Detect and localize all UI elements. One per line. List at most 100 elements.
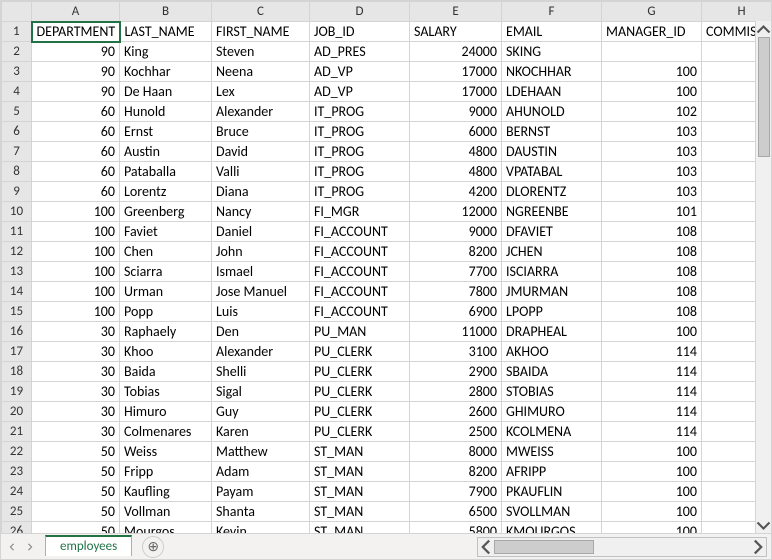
- cell[interactable]: 2900: [410, 362, 502, 382]
- cell[interactable]: SVOLLMAN: [502, 502, 602, 522]
- cell[interactable]: BERNST: [502, 122, 602, 142]
- cell[interactable]: 108: [602, 222, 702, 242]
- cell[interactable]: FI_MGR: [310, 202, 410, 222]
- cell[interactable]: 100: [32, 202, 120, 222]
- cell[interactable]: ST_MAN: [310, 482, 410, 502]
- cell[interactable]: Baida: [120, 362, 212, 382]
- cell[interactable]: 50: [32, 522, 120, 534]
- cell[interactable]: 108: [602, 262, 702, 282]
- col-header-B[interactable]: B: [120, 2, 212, 22]
- cell[interactable]: 50: [32, 502, 120, 522]
- cell[interactable]: David: [212, 142, 310, 162]
- cell[interactable]: IT_PROG: [310, 162, 410, 182]
- cell[interactable]: IT_PROG: [310, 102, 410, 122]
- cell[interactable]: SBAIDA: [502, 362, 602, 382]
- row-header[interactable]: 1: [2, 22, 32, 42]
- col-header-G[interactable]: G: [602, 2, 702, 22]
- cell[interactable]: LPOPP: [502, 302, 602, 322]
- vertical-scrollbar[interactable]: [755, 21, 771, 533]
- cell[interactable]: 4200: [410, 182, 502, 202]
- cell[interactable]: FI_ACCOUNT: [310, 242, 410, 262]
- select-all-corner[interactable]: [2, 2, 32, 22]
- cell[interactable]: 100: [602, 442, 702, 462]
- cell[interactable]: Himuro: [120, 402, 212, 422]
- cell[interactable]: 90: [32, 62, 120, 82]
- tab-scroll-left-icon[interactable]: [3, 537, 21, 557]
- cell[interactable]: 7800: [410, 282, 502, 302]
- cell[interactable]: PU_CLERK: [310, 382, 410, 402]
- cell[interactable]: 24000: [410, 42, 502, 62]
- cell[interactable]: LDEHAAN: [502, 82, 602, 102]
- cell[interactable]: Fripp: [120, 462, 212, 482]
- cell[interactable]: ST_MAN: [310, 522, 410, 534]
- cell[interactable]: VPATABAL: [502, 162, 602, 182]
- cell[interactable]: AKHOO: [502, 342, 602, 362]
- row-header[interactable]: 24: [2, 482, 32, 502]
- col-header-D[interactable]: D: [310, 2, 410, 22]
- row-header[interactable]: 22: [2, 442, 32, 462]
- cell[interactable]: Lorentz: [120, 182, 212, 202]
- cell[interactable]: Colmenares: [120, 422, 212, 442]
- hscroll-track[interactable]: [494, 538, 750, 556]
- row-header[interactable]: 8: [2, 162, 32, 182]
- cell[interactable]: 108: [602, 282, 702, 302]
- cell[interactable]: 100: [32, 262, 120, 282]
- cell[interactable]: 103: [602, 182, 702, 202]
- cell[interactable]: FI_ACCOUNT: [310, 302, 410, 322]
- cell[interactable]: Bruce: [212, 122, 310, 142]
- cell[interactable]: [602, 42, 702, 62]
- cell[interactable]: MANAGER_ID: [602, 22, 702, 42]
- cell[interactable]: 108: [602, 302, 702, 322]
- cell[interactable]: Raphaely: [120, 322, 212, 342]
- scroll-down-icon[interactable]: [756, 517, 771, 533]
- cell[interactable]: 100: [602, 522, 702, 534]
- cell[interactable]: 102: [602, 102, 702, 122]
- cell[interactable]: Alexander: [212, 342, 310, 362]
- cell[interactable]: Den: [212, 322, 310, 342]
- row-header[interactable]: 2: [2, 42, 32, 62]
- row-header[interactable]: 16: [2, 322, 32, 342]
- cell[interactable]: DLORENTZ: [502, 182, 602, 202]
- cell[interactable]: 114: [602, 382, 702, 402]
- cell[interactable]: NGREENBE: [502, 202, 602, 222]
- cell[interactable]: 8000: [410, 442, 502, 462]
- cell[interactable]: 8200: [410, 462, 502, 482]
- cell[interactable]: 60: [32, 122, 120, 142]
- cell[interactable]: JCHEN: [502, 242, 602, 262]
- cell[interactable]: 114: [602, 342, 702, 362]
- cell[interactable]: GHIMURO: [502, 402, 602, 422]
- cell[interactable]: PU_CLERK: [310, 422, 410, 442]
- cell[interactable]: 100: [32, 222, 120, 242]
- cell[interactable]: Ismael: [212, 262, 310, 282]
- cell[interactable]: DAUSTIN: [502, 142, 602, 162]
- row-header[interactable]: 12: [2, 242, 32, 262]
- cell[interactable]: PU_CLERK: [310, 362, 410, 382]
- cell[interactable]: 60: [32, 102, 120, 122]
- cell[interactable]: King: [120, 42, 212, 62]
- cell[interactable]: 100: [32, 242, 120, 262]
- row-header[interactable]: 9: [2, 182, 32, 202]
- cell[interactable]: De Haan: [120, 82, 212, 102]
- cell[interactable]: 100: [602, 82, 702, 102]
- cell[interactable]: Pataballa: [120, 162, 212, 182]
- col-header-C[interactable]: C: [212, 2, 310, 22]
- cell[interactable]: 2600: [410, 402, 502, 422]
- cell[interactable]: JOB_ID: [310, 22, 410, 42]
- row-header[interactable]: 3: [2, 62, 32, 82]
- col-header-A[interactable]: A: [32, 2, 120, 22]
- col-header-E[interactable]: E: [410, 2, 502, 22]
- cell[interactable]: KCOLMENA: [502, 422, 602, 442]
- cell[interactable]: 6000: [410, 122, 502, 142]
- cell[interactable]: Mourgos: [120, 522, 212, 534]
- cell[interactable]: 114: [602, 402, 702, 422]
- cell[interactable]: SKING: [502, 42, 602, 62]
- cell[interactable]: AD_PRES: [310, 42, 410, 62]
- cell[interactable]: 100: [602, 482, 702, 502]
- cell[interactable]: 7700: [410, 262, 502, 282]
- cell[interactable]: Steven: [212, 42, 310, 62]
- cell[interactable]: Chen: [120, 242, 212, 262]
- cell[interactable]: 103: [602, 162, 702, 182]
- cell[interactable]: Kevin: [212, 522, 310, 534]
- cell[interactable]: AD_VP: [310, 62, 410, 82]
- row-header[interactable]: 7: [2, 142, 32, 162]
